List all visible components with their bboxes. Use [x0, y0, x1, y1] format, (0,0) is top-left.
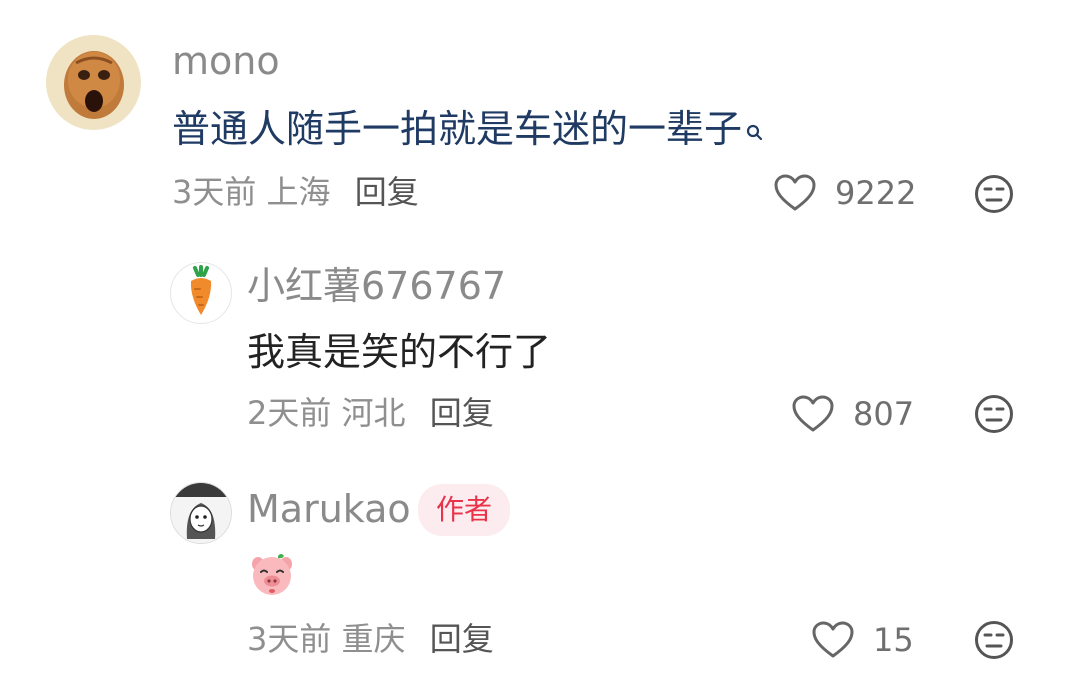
- like-button[interactable]: 807: [791, 394, 914, 434]
- comment-text: 我真是笑的不行了: [247, 330, 552, 374]
- emoji-reaction-icon[interactable]: [974, 620, 1014, 660]
- comment-time: 2天前: [247, 394, 332, 432]
- reply-button[interactable]: 回复: [430, 620, 494, 658]
- mask-avatar-image: [46, 35, 140, 129]
- avatar-marukao[interactable]: [170, 482, 232, 544]
- comment-time: 3天前: [247, 620, 332, 658]
- reply-button[interactable]: 回复: [355, 173, 419, 211]
- comment-time: 3天前: [172, 173, 257, 211]
- emoji-reaction-icon[interactable]: [974, 174, 1014, 214]
- comment-location: 河北: [341, 394, 406, 432]
- author-badge: 作者: [418, 484, 511, 536]
- like-count: 15: [873, 621, 914, 659]
- heart-icon[interactable]: [791, 394, 835, 434]
- comment-location: 上海: [266, 173, 331, 211]
- like-count: 9222: [835, 174, 917, 212]
- avatar-mono[interactable]: [46, 35, 141, 130]
- like-button[interactable]: 9222: [773, 173, 916, 213]
- carrot-icon: [190, 265, 212, 315]
- comment-text-content: 普通人随手一拍就是车迷的一辈子: [172, 107, 743, 151]
- emoji-reaction-icon[interactable]: [974, 394, 1014, 434]
- comment-text: 普通人随手一拍就是车迷的一辈子: [172, 110, 764, 148]
- like-count: 807: [853, 395, 915, 433]
- avatar-xiaohongshu[interactable]: [170, 262, 232, 324]
- comment-location: 重庆: [341, 620, 406, 658]
- comment-username[interactable]: 小红薯676767: [247, 267, 506, 305]
- comment-meta: 2天前 河北 回复: [247, 397, 494, 429]
- like-button[interactable]: 15: [811, 620, 914, 660]
- heart-icon[interactable]: [773, 173, 817, 213]
- search-icon[interactable]: [746, 110, 764, 148]
- comment-username[interactable]: mono: [172, 42, 280, 80]
- manga-avatar-image: [171, 483, 231, 543]
- comment-meta: 3天前 上海 回复: [172, 176, 419, 208]
- heart-icon[interactable]: [811, 620, 855, 660]
- comment-username[interactable]: Marukao: [247, 490, 411, 528]
- comment-meta: 3天前 重庆 回复: [247, 623, 494, 655]
- pig-emoji-icon: [248, 550, 296, 602]
- reply-button[interactable]: 回复: [430, 394, 494, 432]
